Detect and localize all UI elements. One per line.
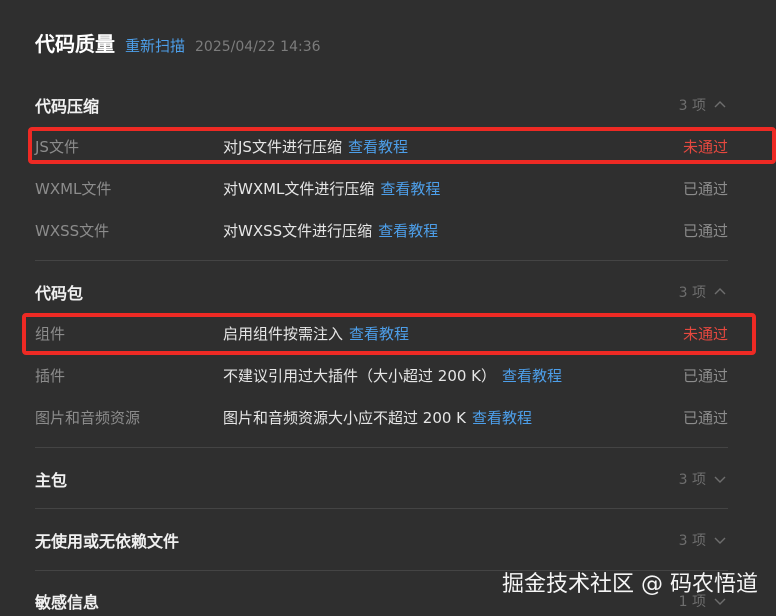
scan-timestamp: 2025/04/22 14:36 xyxy=(195,39,321,55)
view-tutorial-link[interactable]: 查看教程 xyxy=(502,367,562,385)
view-tutorial-link[interactable]: 查看教程 xyxy=(380,180,440,198)
section-title: 代码包 xyxy=(35,284,84,303)
check-description: 对WXSS文件进行压缩 查看教程 xyxy=(223,220,683,241)
check-description-text: 对WXML文件进行压缩 xyxy=(223,179,375,198)
code-quality-panel: 代码质量 重新扫描 2025/04/22 14:36 代码压缩 3 项 JS文件… xyxy=(0,0,776,616)
check-description: 对WXML文件进行压缩 查看教程 xyxy=(223,178,683,199)
section-title: 敏感信息 xyxy=(35,593,100,612)
check-description: 图片和音频资源大小应不超过 200 K 查看教程 xyxy=(223,407,683,428)
list-item: 图片和音频资源 图片和音频资源大小应不超过 200 K 查看教程 已通过 xyxy=(35,403,728,431)
section-count-text: 3 项 xyxy=(678,472,706,488)
watermark: 掘金技术社区 @ 码农悟道 xyxy=(502,572,758,597)
chevron-up-icon[interactable] xyxy=(712,284,728,300)
section-count: 3 项 xyxy=(679,282,728,302)
page-header: 代码质量 重新扫描 2025/04/22 14:36 xyxy=(35,28,321,57)
view-tutorial-link[interactable]: 查看教程 xyxy=(378,222,438,240)
page-title: 代码质量 xyxy=(35,32,115,56)
section-count-text: 3 项 xyxy=(678,98,706,114)
check-name: 插件 xyxy=(35,366,66,385)
section-header-code-package[interactable]: 代码包 3 项 xyxy=(35,280,728,304)
section-title: 代码压缩 xyxy=(35,97,100,116)
list-item: WXSS文件 对WXSS文件进行压缩 查看教程 已通过 xyxy=(35,216,728,244)
check-description-text: 图片和音频资源大小应不超过 200 K xyxy=(223,408,467,427)
status-badge: 已通过 xyxy=(682,221,728,240)
section-divider xyxy=(35,447,728,448)
section-header-code-compression[interactable]: 代码压缩 3 项 xyxy=(35,93,728,117)
rescan-link[interactable]: 重新扫描 xyxy=(125,35,185,56)
chevron-down-icon[interactable] xyxy=(712,532,728,548)
section-count: 3 项 xyxy=(679,95,728,115)
check-name: WXML文件 xyxy=(35,179,112,198)
section-count: 3 项 xyxy=(679,530,728,550)
section-header-main-package[interactable]: 主包 3 项 xyxy=(35,467,728,491)
chevron-up-icon[interactable] xyxy=(712,97,728,113)
list-item: WXML文件 对WXML文件进行压缩 查看教程 已通过 xyxy=(35,174,728,202)
highlight-box-component xyxy=(22,313,756,355)
status-badge: 已通过 xyxy=(682,408,728,427)
section-title: 主包 xyxy=(35,471,68,490)
check-description: 不建议引用过大插件（大小超过 200 K） 查看教程 xyxy=(223,365,683,386)
section-count-text: 3 项 xyxy=(678,533,706,549)
check-name: 图片和音频资源 xyxy=(35,408,141,427)
section-count-text: 3 项 xyxy=(678,285,706,301)
status-badge: 已通过 xyxy=(682,366,728,385)
chevron-down-icon[interactable] xyxy=(712,471,728,487)
section-divider xyxy=(35,508,728,509)
check-description-text: 对WXSS文件进行压缩 xyxy=(223,221,373,240)
check-description-text: 不建议引用过大插件（大小超过 200 K） xyxy=(223,366,497,385)
section-title: 无使用或无依赖文件 xyxy=(35,532,180,551)
list-item: 插件 不建议引用过大插件（大小超过 200 K） 查看教程 已通过 xyxy=(35,361,728,389)
section-count: 3 项 xyxy=(679,469,728,489)
view-tutorial-link[interactable]: 查看教程 xyxy=(472,409,532,427)
highlight-box-js-file xyxy=(28,127,776,164)
status-badge: 已通过 xyxy=(682,179,728,198)
section-header-unused-files[interactable]: 无使用或无依赖文件 3 项 xyxy=(35,528,728,552)
section-divider xyxy=(35,260,728,261)
check-name: WXSS文件 xyxy=(35,221,110,240)
